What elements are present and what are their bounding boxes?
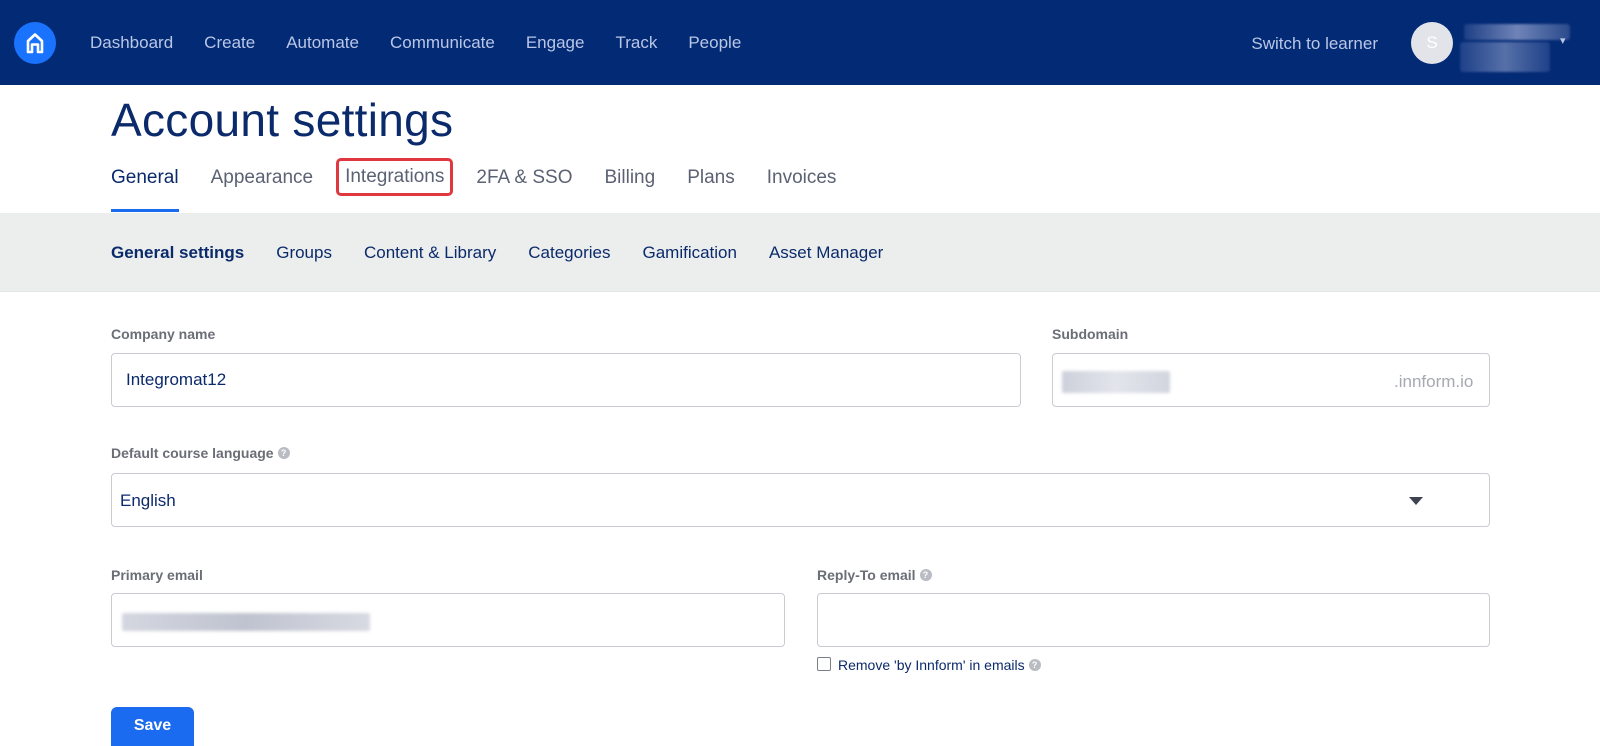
top-navigation-bar: Dashboard Create Automate Communicate En… xyxy=(0,0,1600,85)
subdomain-value-redacted xyxy=(1062,371,1170,393)
reply-to-email-label: Reply-To email? xyxy=(817,567,932,583)
home-logo-icon[interactable] xyxy=(14,22,56,64)
course-language-value: English xyxy=(120,491,176,510)
tab-invoices[interactable]: Invoices xyxy=(767,160,837,212)
remove-branding-label-text: Remove 'by Innform' in emails xyxy=(838,657,1025,673)
tab-billing[interactable]: Billing xyxy=(604,160,655,212)
nav-engage[interactable]: Engage xyxy=(526,33,585,53)
nav-communicate[interactable]: Communicate xyxy=(390,33,495,53)
remove-branding-label: Remove 'by Innform' in emails? xyxy=(838,657,1041,673)
user-role-redacted xyxy=(1460,42,1550,72)
avatar[interactable]: S xyxy=(1411,22,1453,64)
subdomain-label: Subdomain xyxy=(1052,326,1129,342)
save-button[interactable]: Save xyxy=(111,707,194,746)
subnav-categories[interactable]: Categories xyxy=(528,243,610,263)
company-name-input[interactable] xyxy=(111,353,1021,407)
nav-automate[interactable]: Automate xyxy=(286,33,359,53)
course-language-select[interactable]: English xyxy=(111,473,1490,527)
subdomain-suffix: .innform.io xyxy=(1394,372,1474,391)
subnav-content-library[interactable]: Content & Library xyxy=(364,243,496,263)
user-menu-chevron-down-icon[interactable]: ▾ xyxy=(1560,34,1566,47)
tab-integrations[interactable]: Integrations xyxy=(336,158,454,196)
nav-track[interactable]: Track xyxy=(615,33,657,53)
help-icon[interactable]: ? xyxy=(1028,659,1041,671)
course-language-label: Default course language? xyxy=(111,445,290,461)
tab-2fa-sso[interactable]: 2FA & SSO xyxy=(476,160,572,212)
reply-to-email-label-text: Reply-To email xyxy=(817,567,916,583)
primary-email-value-redacted xyxy=(122,613,370,631)
subnav-general-settings[interactable]: General settings xyxy=(111,243,244,263)
remove-branding-checkbox[interactable] xyxy=(817,657,831,671)
nav-create[interactable]: Create xyxy=(204,33,255,53)
tab-plans[interactable]: Plans xyxy=(687,160,735,212)
reply-to-email-input[interactable] xyxy=(817,593,1490,647)
tab-general[interactable]: General xyxy=(111,160,179,212)
nav-dashboard[interactable]: Dashboard xyxy=(90,33,173,53)
main-nav: Dashboard Create Automate Communicate En… xyxy=(90,0,772,85)
chevron-down-icon xyxy=(1409,497,1423,505)
sub-navigation: General settings Groups Content & Librar… xyxy=(0,213,1600,292)
nav-people[interactable]: People xyxy=(688,33,741,53)
subnav-asset-manager[interactable]: Asset Manager xyxy=(769,243,883,263)
help-icon[interactable]: ? xyxy=(277,447,290,459)
tab-appearance[interactable]: Appearance xyxy=(211,160,313,212)
help-icon[interactable]: ? xyxy=(919,569,932,581)
switch-to-learner-link[interactable]: Switch to learner xyxy=(1251,34,1378,54)
user-name-redacted xyxy=(1464,24,1570,40)
subnav-gamification[interactable]: Gamification xyxy=(642,243,736,263)
page-title: Account settings xyxy=(111,94,454,146)
company-name-label: Company name xyxy=(111,326,216,342)
subnav-groups[interactable]: Groups xyxy=(276,243,332,263)
settings-tabs: General Appearance Integrations 2FA & SS… xyxy=(111,158,868,212)
course-language-label-text: Default course language xyxy=(111,445,274,461)
primary-email-label: Primary email xyxy=(111,567,203,583)
